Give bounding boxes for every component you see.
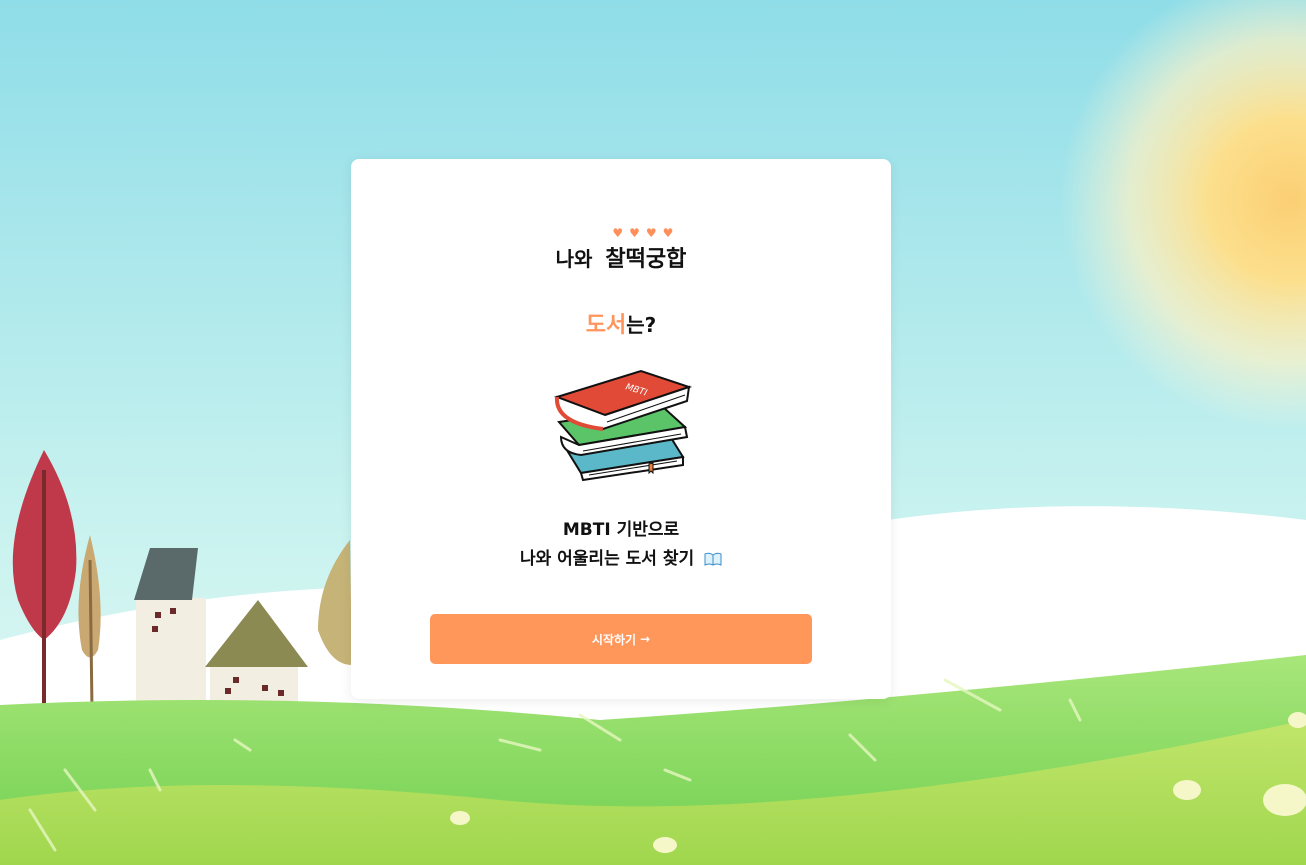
hearts-decoration: ♥♥♥♥ [612, 226, 680, 240]
title-highlight: 도서 [585, 313, 627, 338]
intro-card: 나와 ♥♥♥♥ 찰떡궁합 도서는? MBTI MBTI 기반으로 나와 어울리는… [351, 159, 891, 699]
title-accent-word: ♥♥♥♥ 찰떡궁합 [605, 227, 687, 273]
description-line-1: MBTI 기반으로 [562, 520, 680, 540]
description-line-2: 나와 어울리는 도서 찾기 [351, 545, 891, 574]
title-line-2: 도서는? [351, 307, 891, 339]
start-button[interactable]: 시작하기 → [430, 614, 812, 664]
title-accent-text: 찰떡궁합 [605, 247, 687, 272]
title-prefix: 나와 [555, 247, 593, 271]
arrow-right-icon: → [640, 632, 651, 646]
title-suffix: 는? [626, 313, 657, 337]
description-line-2-text: 나와 어울리는 도서 찾기 [519, 549, 695, 569]
description: MBTI 기반으로 나와 어울리는 도서 찾기 [351, 516, 891, 574]
book-stack-illustration: MBTI [553, 369, 693, 482]
start-button-label: 시작하기 [591, 632, 637, 647]
title-line-1: 나와 ♥♥♥♥ 찰떡궁합 [351, 227, 891, 273]
open-book-icon [704, 552, 722, 566]
